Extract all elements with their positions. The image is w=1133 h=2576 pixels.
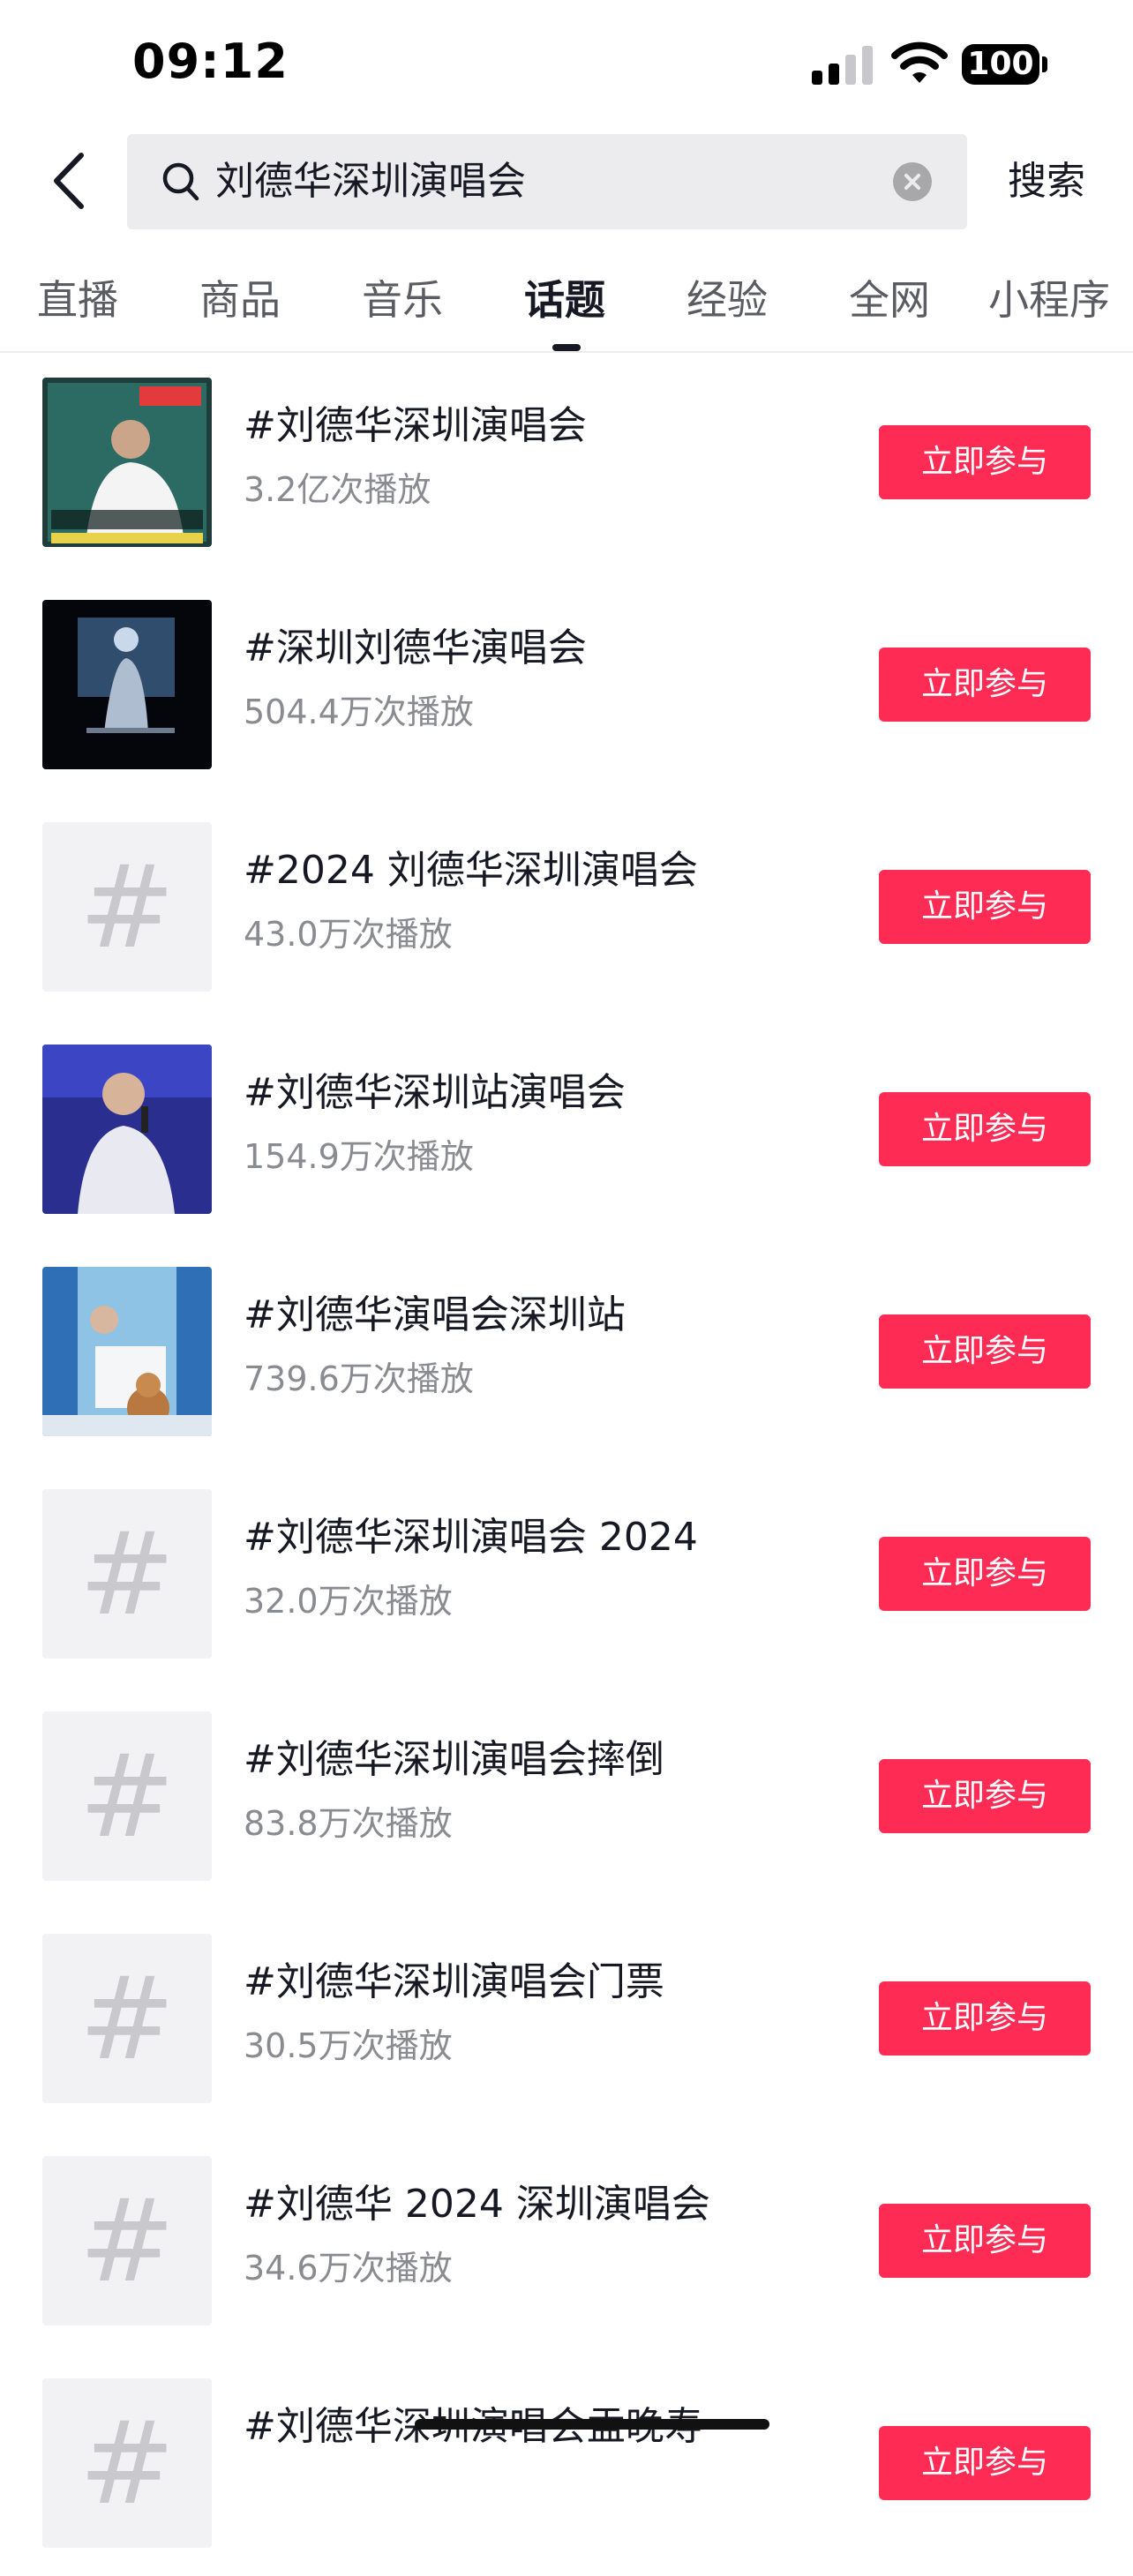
list-item[interactable]: #刘德华演唱会深圳站 739.6万次播放 立即参与 xyxy=(0,1242,1133,1464)
topic-title: #刘德华深圳演唱会 2024 xyxy=(244,1515,698,1560)
topic-title: #刘德华深圳演唱会摔倒 xyxy=(244,1737,664,1782)
join-topic-button[interactable]: 立即参与 xyxy=(879,425,1091,499)
hashtag-icon: # xyxy=(79,1951,176,2086)
wifi-icon xyxy=(891,41,948,83)
join-topic-button[interactable]: 立即参与 xyxy=(879,1314,1091,1389)
topic-play-count: 32.0万次播放 xyxy=(244,1582,453,1621)
join-topic-button[interactable]: 立即参与 xyxy=(879,2426,1091,2500)
list-item[interactable]: # #刘德华深圳演唱会摔倒 83.8万次播放 立即参与 xyxy=(0,1687,1133,1909)
list-item[interactable]: # #刘德华深圳演唱会门票 30.5万次播放 立即参与 xyxy=(0,1909,1133,2131)
topic-thumbnail: # xyxy=(42,2378,212,2548)
list-item[interactable]: # #刘德华深圳演唱会盂晚寿 立即参与 xyxy=(0,2354,1133,2576)
topic-title: #刘德华深圳演唱会 xyxy=(244,403,587,448)
topic-play-count: 154.9万次播放 xyxy=(244,1137,474,1176)
singer-photo-image xyxy=(42,1045,212,1214)
list-item[interactable]: # #刘德华 2024 深圳演唱会 34.6万次播放 立即参与 xyxy=(0,2131,1133,2354)
hashtag-icon: # xyxy=(79,2174,176,2308)
hashtag-icon: # xyxy=(79,840,176,974)
back-chevron-icon[interactable] xyxy=(46,150,99,212)
topic-play-count: 3.2亿次播放 xyxy=(244,470,431,509)
join-topic-button[interactable]: 立即参与 xyxy=(879,2204,1091,2278)
topic-thumbnail: # xyxy=(42,1934,212,2103)
topic-thumbnail: # xyxy=(42,1489,212,1659)
topic-thumbnail xyxy=(42,378,212,547)
topic-thumbnail xyxy=(42,1045,212,1214)
topic-play-count: 34.6万次播放 xyxy=(244,2249,453,2288)
status-time: 09:12 xyxy=(132,34,289,89)
hashtag-icon: # xyxy=(79,1507,176,1641)
topic-thumbnail: # xyxy=(42,822,212,992)
search-icon xyxy=(162,162,199,201)
topic-thumbnail: # xyxy=(42,2156,212,2325)
poster-image xyxy=(42,1267,212,1436)
join-topic-button[interactable]: 立即参与 xyxy=(879,648,1091,722)
search-query-text[interactable]: 刘德华深圳演唱会 xyxy=(215,157,526,206)
search-input[interactable]: 刘德华深圳演唱会 xyxy=(127,134,967,229)
join-topic-button[interactable]: 立即参与 xyxy=(879,1537,1091,1611)
list-item[interactable]: #深圳刘德华演唱会 504.4万次播放 立即参与 xyxy=(0,575,1133,798)
topic-thumbnail xyxy=(42,1267,212,1436)
hashtag-icon: # xyxy=(79,1729,176,1863)
join-topic-button[interactable]: 立即参与 xyxy=(879,1981,1091,2056)
hashtag-icon: # xyxy=(79,2396,176,2530)
cellular-signal-icon xyxy=(812,46,873,85)
topic-play-count: 739.6万次播放 xyxy=(244,1359,474,1398)
battery-tip xyxy=(1042,56,1047,72)
list-item[interactable]: # #2024 刘德华深圳演唱会 43.0万次播放 立即参与 xyxy=(0,798,1133,1020)
tab-topics[interactable]: 话题 xyxy=(524,273,605,326)
topic-thumbnail: # xyxy=(42,1711,212,1881)
list-item[interactable]: # #刘德华深圳演唱会 2024 32.0万次播放 立即参与 xyxy=(0,1464,1133,1687)
tab-experience[interactable]: 经验 xyxy=(687,273,768,326)
topic-play-count: 83.8万次播放 xyxy=(244,1804,453,1843)
list-item[interactable]: #刘德华深圳站演唱会 154.9万次播放 立即参与 xyxy=(0,1020,1133,1242)
home-indicator[interactable] xyxy=(415,2419,769,2430)
tab-live[interactable]: 直播 xyxy=(37,273,118,326)
join-topic-button[interactable]: 立即参与 xyxy=(879,1759,1091,1833)
tab-mini-programs[interactable]: 小程序 xyxy=(988,273,1110,326)
topic-title: #刘德华演唱会深圳站 xyxy=(244,1292,626,1337)
tab-music[interactable]: 音乐 xyxy=(362,273,443,326)
topic-play-count: 43.0万次播放 xyxy=(244,915,453,954)
tab-products[interactable]: 商品 xyxy=(199,273,281,326)
topic-play-count: 30.5万次播放 xyxy=(244,2026,453,2065)
join-topic-button[interactable]: 立即参与 xyxy=(879,1092,1091,1166)
clear-icon[interactable] xyxy=(893,162,932,201)
topic-play-count: 504.4万次播放 xyxy=(244,693,474,731)
category-tabs: 直播 商品 音乐 话题 经验 全网 小程序 xyxy=(0,265,1133,353)
tab-web[interactable]: 全网 xyxy=(849,273,930,326)
active-tab-indicator xyxy=(552,344,581,351)
topic-thumbnail xyxy=(42,600,212,769)
topic-title: #深圳刘德华演唱会 xyxy=(244,625,587,670)
concert-photo-image xyxy=(42,378,212,547)
battery-icon: 100 xyxy=(962,44,1048,85)
join-topic-button[interactable]: 立即参与 xyxy=(879,870,1091,944)
topic-title: #2024 刘德华深圳演唱会 xyxy=(244,848,698,893)
search-button[interactable]: 搜索 xyxy=(1008,157,1085,206)
concert-stage-image xyxy=(42,600,212,769)
topic-title: #刘德华深圳演唱会门票 xyxy=(244,1959,664,2004)
battery-level: 100 xyxy=(962,44,1039,85)
topic-title: #刘德华 2024 深圳演唱会 xyxy=(244,2182,710,2227)
status-bar: 09:12 100 xyxy=(0,0,1133,132)
topic-title: #刘德华深圳站演唱会 xyxy=(244,1070,626,1115)
list-item[interactable]: #刘德华深圳演唱会 3.2亿次播放 立即参与 xyxy=(0,353,1133,575)
